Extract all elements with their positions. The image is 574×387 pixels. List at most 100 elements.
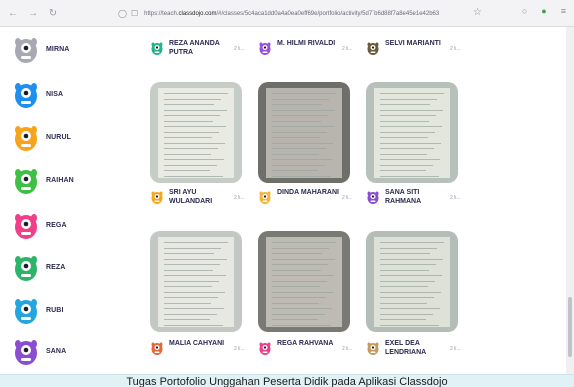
handwriting-line: [272, 286, 320, 287]
poster-avatar: [366, 40, 380, 56]
portfolio-photo[interactable]: [366, 231, 458, 332]
handwriting-line: [164, 291, 225, 293]
student-avatar: [12, 121, 40, 153]
handwriting-line: [272, 280, 327, 282]
handwriting-line: [164, 137, 212, 138]
handwriting-line: [380, 302, 427, 304]
handwriting-line: [272, 137, 320, 138]
handwriting-line: [272, 175, 331, 177]
handwriting-line: [164, 253, 214, 254]
portfolio-photo[interactable]: [258, 231, 350, 332]
student-item[interactable]: SANA: [12, 333, 66, 369]
handwriting-line: [272, 164, 325, 166]
student-item[interactable]: REZA: [12, 249, 65, 285]
poster-avatar: [258, 189, 272, 205]
student-item[interactable]: REGA: [12, 207, 67, 243]
handwriting-line: [272, 269, 321, 271]
post-header[interactable]: SELVI MARIANTI 2 li...: [366, 39, 461, 56]
scrollbar-thumb[interactable]: [568, 297, 572, 357]
handwriting-line: [380, 280, 435, 282]
star-icon[interactable]: ☆: [473, 7, 482, 18]
portfolio-photo[interactable]: [258, 82, 350, 183]
handwriting-line: [164, 308, 224, 309]
handwriting-line: [380, 104, 430, 105]
handwriting-line: [272, 291, 333, 293]
student-name: SANA: [46, 347, 67, 355]
student-item[interactable]: MIRNA: [12, 31, 69, 67]
address-bar[interactable]: ◯ ☐ https://teach. classdojo.com/#/classe…: [118, 5, 498, 22]
handwriting-line: [272, 120, 321, 122]
post-header[interactable]: DINDA MAHARANI 2 li...: [258, 188, 353, 205]
student-avatar: [12, 294, 40, 326]
post-meta: 2 li...: [342, 46, 353, 52]
student-item[interactable]: RAIHAN: [12, 162, 74, 198]
student-name: REGA: [46, 221, 67, 229]
student-avatar: [12, 164, 40, 196]
shield-icon[interactable]: ◯: [118, 9, 127, 18]
url-domain: classdojo.com: [178, 10, 217, 17]
handwriting-line: [380, 286, 428, 287]
post-meta: 2 li...: [342, 195, 353, 201]
forward-icon[interactable]: →: [26, 6, 40, 20]
post-meta: 2 li...: [234, 195, 245, 201]
handwriting-line: [272, 297, 326, 298]
student-avatar: [12, 251, 40, 283]
handwriting-line: [272, 247, 329, 249]
portfolio-photo[interactable]: [150, 82, 242, 183]
handwriting-line: [272, 93, 336, 94]
handwriting-line: [164, 258, 227, 260]
handwriting-line: [380, 319, 426, 320]
handwriting-line: [380, 142, 441, 144]
post-header[interactable]: SANA SITI RAHMANA 2 li...: [366, 188, 461, 206]
handwriting-line: [164, 93, 228, 94]
student-item[interactable]: NURUL: [12, 119, 71, 155]
post-header[interactable]: M. HILMI RIVALDI 2 li...: [258, 39, 353, 56]
pocket-icon[interactable]: ○: [522, 6, 527, 16]
post-header[interactable]: SRI AYU WULANDARI 2 li...: [150, 188, 245, 206]
poster-avatar: [366, 340, 380, 356]
poster-name: REZA ANANDA PUTRA: [169, 40, 220, 56]
post-header[interactable]: REGA RAHVANA 2 li...: [258, 339, 353, 356]
handwriting-line: [164, 159, 224, 160]
handwriting-line: [380, 297, 434, 298]
poster-avatar: [150, 340, 164, 356]
post-header[interactable]: REZA ANANDA PUTRA 2 li...: [150, 39, 245, 57]
handwritten-worksheet: [374, 237, 450, 327]
handwriting-line: [272, 142, 333, 144]
scrollbar[interactable]: [566, 27, 574, 374]
student-name: RAIHAN: [46, 176, 74, 184]
handwriting-line: [272, 275, 334, 276]
portfolio-photo[interactable]: [150, 231, 242, 332]
handwriting-line: [164, 313, 217, 315]
handwriting-line: [380, 148, 434, 149]
handwriting-line: [164, 269, 213, 271]
lock-icon[interactable]: ☐: [131, 9, 138, 18]
handwriting-line: [380, 258, 443, 260]
post-header[interactable]: MALIA CAHYANI 2 li...: [150, 339, 245, 356]
handwriting-line: [272, 126, 334, 127]
handwriting-line: [272, 302, 319, 304]
student-avatar: [12, 209, 40, 241]
post-header[interactable]: EXEL DEA LENDRIANA 2 li...: [366, 339, 461, 357]
back-icon[interactable]: ←: [6, 6, 20, 20]
handwriting-line: [272, 308, 332, 309]
poster-name: SRI AYU WULANDARI: [169, 189, 213, 205]
handwriting-line: [272, 170, 318, 171]
handwriting-line: [272, 153, 319, 155]
handwriting-line: [272, 319, 318, 320]
handwriting-line: [164, 275, 226, 276]
handwriting-line: [380, 164, 433, 166]
poster-avatar: [150, 40, 164, 56]
extension-icon[interactable]: ●: [541, 6, 546, 16]
reload-icon[interactable]: ↻: [46, 6, 60, 20]
student-list: MIRNA NISA NURUL RAIHAN REGA REZA RUBI SANA: [0, 27, 130, 374]
menu-icon[interactable]: ≡: [561, 6, 566, 16]
student-item[interactable]: NISA: [12, 76, 63, 112]
handwriting-line: [272, 115, 328, 116]
handwriting-line: [272, 98, 329, 100]
student-item[interactable]: RUBI: [12, 292, 64, 328]
student-avatar: [12, 33, 40, 65]
handwriting-line: [272, 258, 335, 260]
figure-caption: Tugas Portofolio Unggahan Peserta Didik …: [0, 374, 574, 387]
portfolio-photo[interactable]: [366, 82, 458, 183]
